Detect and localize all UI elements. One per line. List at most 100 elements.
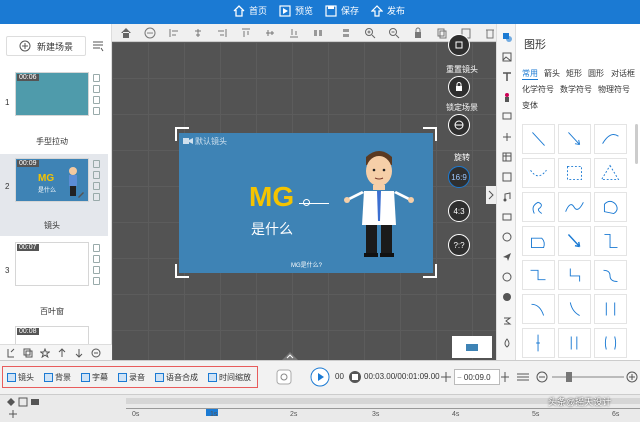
shape-curve-arrow[interactable] [522,294,555,324]
anchor-point[interactable] [303,199,310,206]
star-icon[interactable] [40,348,50,358]
shape-icon[interactable] [502,32,512,42]
text-icon[interactable] [502,72,512,82]
stage-subtitle[interactable]: 是什么 [251,219,293,239]
time-scale-tool-button[interactable]: 时间缩放 [208,372,251,383]
table-icon[interactable] [502,152,512,162]
subtitle-tool-button[interactable]: 字幕 [81,372,108,383]
ratio-custom-button[interactable]: ?:? [448,234,470,256]
stage-title[interactable]: MG [249,181,294,213]
shape-freeform[interactable] [522,226,555,256]
arrow-down-icon[interactable] [74,348,84,358]
zoom-out-icon[interactable] [536,371,548,383]
new-scene-button[interactable]: 新建场景 [6,36,86,56]
scene-item[interactable]: 00:08 [0,324,108,344]
rotate-button[interactable] [448,114,470,136]
align-right-icon[interactable] [216,27,228,39]
category-physics[interactable]: 物理符号 [598,84,630,95]
zoom-in-icon[interactable] [364,27,376,39]
save-button[interactable]: 保存 [325,4,359,17]
arrow-up-icon[interactable] [57,348,67,358]
distribute-v-icon[interactable] [340,27,352,39]
record-tool-button[interactable]: 录音 [118,372,145,383]
add-layer-icon[interactable] [8,409,18,419]
distribute-icon[interactable] [312,27,324,39]
ratio-4-3-button[interactable]: 4:3 [448,200,470,222]
align-left-icon[interactable] [168,27,180,39]
scene-actions[interactable] [93,244,103,288]
shape-line[interactable] [522,124,555,154]
category-common[interactable]: 常用 [522,68,538,80]
remove-icon[interactable] [91,348,101,358]
shape-diag-arrow[interactable] [558,226,591,256]
shape-elbow-2[interactable] [522,260,555,290]
category-dialog[interactable]: 对话框 [611,68,635,79]
compass-icon[interactable] [502,232,512,242]
shape-elbow-arrow[interactable] [558,260,591,290]
character-icon[interactable] [502,92,512,102]
copy-icon[interactable] [23,348,33,358]
zoom-in-icon[interactable] [626,371,638,383]
category-arrow[interactable]: 箭头 [544,68,560,79]
shape-spiral[interactable] [522,192,555,222]
collapse-panel-icon[interactable] [486,186,496,204]
special-symbol-icon[interactable] [502,132,512,142]
playback-mode-icon[interactable] [276,369,292,385]
zoom-out-icon[interactable] [388,27,400,39]
music-icon[interactable] [502,192,512,202]
publish-button[interactable]: 发布 [371,4,405,17]
canvas-minimap[interactable] [452,336,492,358]
timeline-ruler[interactable]: 0s 1s 2s 3s 4s 5s 6s 头条@摇天设计 [0,394,640,422]
reset-camera-button[interactable] [448,34,470,56]
fit-timeline-icon[interactable] [516,371,530,383]
shape-s-curve[interactable] [594,260,627,290]
category-rect[interactable]: 矩形 [566,68,582,79]
align-center-icon[interactable] [192,27,204,39]
preview-button[interactable]: 预览 [279,4,313,17]
ratio-16-9-button[interactable]: 16:9 [448,166,470,188]
zoom-slider-thumb[interactable] [566,372,572,382]
shape-dashed-arc[interactable] [522,158,555,188]
lock-icon[interactable] [412,27,424,39]
camera-tool-button[interactable]: 镜头 [7,372,34,383]
edit-icon[interactable] [77,190,85,198]
shape-brace[interactable] [594,328,627,358]
scene-item[interactable]: 1 00:06 手型拉动 [0,70,108,152]
home-button[interactable]: 首页 [233,4,267,17]
category-chemistry[interactable]: 化学符号 [522,84,554,95]
shape-elbow[interactable] [594,226,627,256]
category-variant[interactable]: 变体 [522,100,538,111]
bubble-icon[interactable] [502,112,512,122]
add-keyframe-icon[interactable] [440,371,452,383]
face-icon[interactable] [502,272,512,282]
scene-actions[interactable] [93,160,103,204]
shape-dashed-rect[interactable] [558,158,591,188]
video-icon[interactable] [502,212,512,222]
shape-curve[interactable] [594,124,627,154]
pie-icon[interactable] [502,292,512,302]
keyframe-icon[interactable] [6,397,16,407]
shape-blob[interactable] [594,192,627,222]
image-icon[interactable] [502,52,512,62]
stage-caption[interactable]: MG是什么? [291,260,322,269]
shape-bracket-mid[interactable] [558,328,591,358]
category-math[interactable]: 数学符号 [560,84,592,95]
track-icon[interactable] [18,397,28,407]
expand-up-icon[interactable] [282,352,298,360]
drop-icon[interactable] [502,338,512,348]
group-icon[interactable] [30,397,40,407]
align-middle-icon[interactable] [264,27,276,39]
align-bottom-icon[interactable] [288,27,300,39]
character-illustration[interactable] [344,145,414,259]
background-tool-button[interactable]: 背景 [44,372,71,383]
chart-icon[interactable] [502,172,512,182]
shape-dashed-triangle[interactable] [594,158,627,188]
plane-icon[interactable] [502,252,512,262]
scene-actions[interactable] [93,74,103,118]
duration-input[interactable]: − 00:09.0 [454,369,500,385]
scene-item[interactable]: 3 00:07 百叶窗 [0,238,108,320]
scene-menu-icon[interactable] [92,40,104,52]
math-icon[interactable] [502,316,512,326]
lock-scene-button[interactable] [448,76,470,98]
zoom-slider[interactable] [552,376,624,378]
